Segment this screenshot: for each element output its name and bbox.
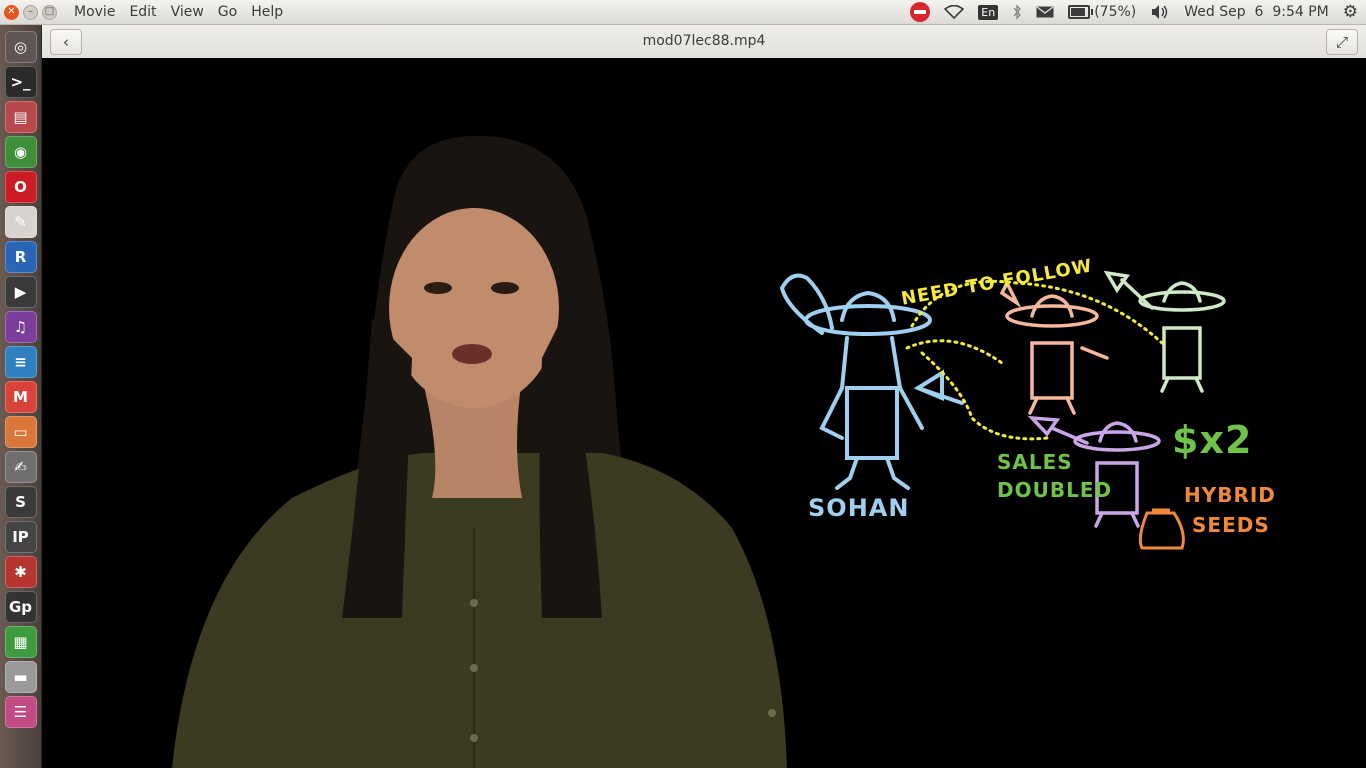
price-label: $x2: [1172, 418, 1253, 462]
terminal-icon[interactable]: >_: [4, 66, 37, 98]
ipython-icon[interactable]: IP: [4, 521, 37, 553]
writer-icon[interactable]: ≡: [4, 346, 37, 378]
hybrid-label: HYBRID: [1184, 483, 1276, 507]
media-icon[interactable]: ♫: [4, 311, 37, 343]
menu-movie[interactable]: Movie: [74, 4, 115, 20]
bluetooth-icon[interactable]: [1012, 4, 1022, 20]
document-viewer-icon[interactable]: ✎: [4, 206, 37, 238]
doubled-label: DOUBLED: [997, 478, 1113, 502]
battery-icon: [1068, 5, 1094, 19]
fullscreen-icon: ⤢: [1335, 33, 1348, 51]
menu-view[interactable]: View: [171, 4, 204, 20]
impress-icon[interactable]: ▭: [4, 416, 37, 448]
system-indicators: En (75%) Wed Sep 6 9:54 PM ⚙: [910, 0, 1358, 24]
sohan-figure: [779, 273, 964, 490]
sohan-label: SOHAN: [808, 494, 910, 522]
launcher: ◎ >_ ▤ ◉ O ✎ R ▶ ♫ ≡ M ▭ ✍ S IP ✱ Gp ▦ ▬ ☰: [0, 25, 42, 768]
menu-edit[interactable]: Edit: [129, 4, 156, 20]
minimize-window-button[interactable]: –: [23, 4, 38, 20]
text-editor-icon[interactable]: ✍: [4, 451, 37, 483]
app-menu: Movie Edit View Go Help: [74, 4, 283, 20]
top-menu-bar: ✕ – □ Movie Edit View Go Help En (75%) W…: [0, 0, 1366, 25]
clock[interactable]: Wed Sep 6 9:54 PM: [1184, 4, 1328, 20]
whiteboard-sketch: [779, 270, 1226, 550]
menu-help[interactable]: Help: [251, 4, 283, 20]
chrome-icon[interactable]: ◉: [4, 136, 37, 168]
mint-farmer-figure: [1103, 270, 1226, 393]
volume-icon[interactable]: [1150, 4, 1170, 20]
gp-icon[interactable]: Gp: [4, 591, 37, 623]
keyboard-icon[interactable]: En: [978, 4, 999, 20]
maximize-window-button[interactable]: □: [42, 4, 57, 20]
calc-icon[interactable]: ▦: [4, 626, 37, 658]
peach-farmer-figure: [999, 279, 1109, 415]
seed-bag-figure: [1138, 508, 1185, 550]
stacked-icon[interactable]: ☰: [4, 696, 37, 728]
mail-icon[interactable]: [1036, 6, 1054, 18]
r-icon[interactable]: R: [4, 241, 37, 273]
video-title: mod07lec88.mp4: [642, 33, 766, 49]
window-controls: ✕ – □: [0, 4, 66, 20]
video-icon[interactable]: ▶: [4, 276, 37, 308]
video-canvas[interactable]: NEED TO FOLLOW SOHAN SALES DOUBLED $x2 H…: [42, 58, 1366, 768]
wifi-icon[interactable]: [944, 5, 965, 19]
close-window-button[interactable]: ✕: [4, 4, 19, 20]
sublime-icon[interactable]: S: [4, 486, 37, 518]
settings-icon[interactable]: ✱: [4, 556, 37, 588]
seeds-label: SEEDS: [1192, 513, 1270, 537]
menu-go[interactable]: Go: [218, 4, 237, 20]
player-header-bar: ‹ mod07lec88.mp4 ⤢: [42, 25, 1366, 59]
gmail-icon[interactable]: M: [4, 381, 37, 413]
battery-percent: (75%): [1094, 4, 1137, 20]
archive-icon[interactable]: ▤: [4, 101, 37, 133]
drive-icon[interactable]: ▬: [4, 661, 37, 693]
no-entry-icon[interactable]: [910, 2, 931, 22]
dash-icon[interactable]: ◎: [4, 31, 37, 63]
battery-indicator[interactable]: (75%): [1068, 4, 1136, 20]
opera-icon[interactable]: O: [4, 171, 37, 203]
sales-label: SALES: [997, 450, 1073, 474]
fullscreen-button[interactable]: ⤢: [1326, 29, 1358, 55]
gear-icon[interactable]: ⚙: [1343, 2, 1358, 22]
